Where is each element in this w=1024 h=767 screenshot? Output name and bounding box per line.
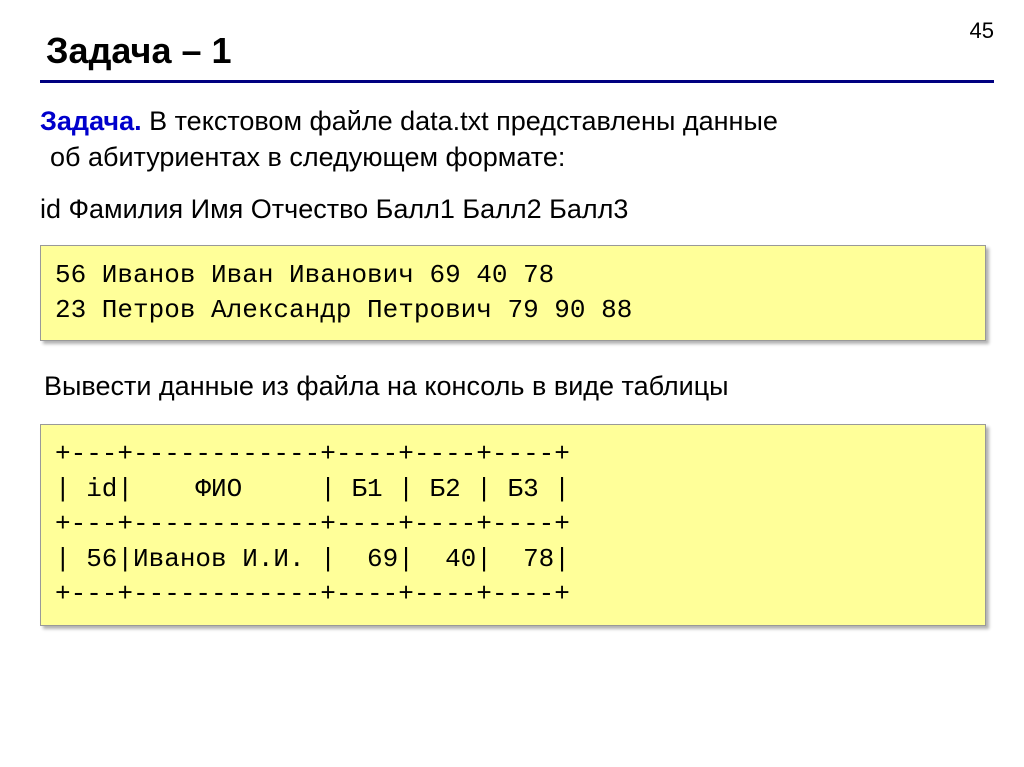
task-desc-line1: В текстовом файле data.txt представлены …	[142, 106, 778, 136]
output-table-block: +---+------------+----+----+----+ | id| …	[40, 424, 986, 625]
input-data-block: 56 Иванов Иван Иванович 69 40 78 23 Петр…	[40, 245, 986, 341]
title-underline	[40, 80, 994, 83]
task-description: Задача. В текстовом файле data.txt предс…	[40, 103, 994, 176]
task-label: Задача.	[40, 106, 142, 136]
task-desc-line2: об абитуриентах в следующем формате:	[40, 142, 565, 172]
page-number: 45	[970, 18, 994, 44]
output-instruction: Вывести данные из файла на консоль в вид…	[40, 371, 994, 402]
format-line: id Фамилия Имя Отчество Балл1 Балл2 Балл…	[40, 194, 994, 225]
page-title: Задача – 1	[40, 30, 994, 72]
